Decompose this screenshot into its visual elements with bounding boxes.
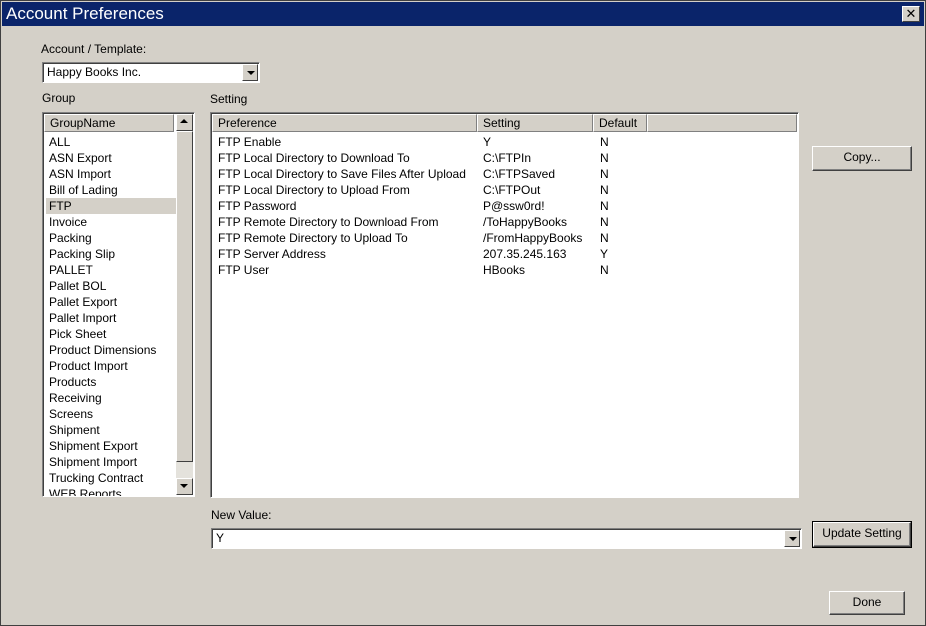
group-list-item[interactable]: Shipment Export [46, 438, 176, 454]
account-template-value: Happy Books Inc. [47, 65, 142, 79]
arrow-up-icon [180, 119, 188, 123]
default-cell: N [600, 151, 609, 165]
setting-cell: C:\FTPOut [483, 183, 541, 197]
group-list-item[interactable]: ASN Export [46, 150, 176, 166]
group-list-item[interactable]: Pick Sheet [46, 326, 176, 342]
group-list-item[interactable]: Pallet Export [46, 294, 176, 310]
group-list-item[interactable]: WEB Reports [46, 486, 176, 496]
group-list-item[interactable]: ASN Import [46, 166, 176, 182]
default-cell: Y [600, 247, 609, 261]
default-cell: N [600, 183, 609, 197]
preference-cell: FTP Local Directory to Save Files After … [218, 167, 466, 181]
arrow-down-icon [180, 484, 188, 488]
group-list-item[interactable]: Pallet Import [46, 310, 176, 326]
setting-cell: Y [483, 135, 492, 149]
update-setting-button[interactable]: Update Setting [812, 521, 912, 548]
group-label: Group [42, 91, 76, 105]
preference-cell: FTP Server Address [218, 247, 326, 261]
preference-column-header[interactable]: Preference [212, 114, 477, 132]
group-list-item[interactable]: Receiving [46, 390, 176, 406]
group-list-item[interactable]: Packing [46, 230, 176, 246]
group-list-item[interactable]: Trucking Contract [46, 470, 176, 486]
new-value-value: Y [216, 531, 225, 545]
scroll-thumb[interactable] [176, 131, 193, 462]
setting-cell: /ToHappyBooks [483, 215, 568, 229]
group-list-item[interactable]: FTP [46, 198, 176, 214]
setting-column-header[interactable]: Setting [477, 114, 593, 132]
group-list-item[interactable]: Product Import [46, 358, 176, 374]
default-cell: N [600, 199, 609, 213]
group-list-item[interactable]: Shipment [46, 422, 176, 438]
copy-button[interactable]: Copy... [812, 146, 912, 171]
default-cell: N [600, 231, 609, 245]
scroll-down-button[interactable] [176, 478, 193, 495]
setting-cell: P@ssw0rd! [483, 199, 545, 213]
filler-column-header [647, 114, 797, 132]
default-cell: N [600, 167, 609, 181]
setting-cell: C:\FTPSaved [483, 167, 556, 181]
default-cell: N [600, 263, 609, 277]
group-list-item[interactable]: ALL [46, 134, 176, 150]
setting-label: Setting [210, 92, 248, 106]
group-list: ALL ASN Export ASN Import Bill of Lading FTP… [46, 134, 176, 496]
default-column-header[interactable]: Default [593, 114, 647, 132]
settings-listview[interactable]: Preference Setting Default FTP Enable Y N F… [210, 112, 799, 498]
close-button[interactable]: ✕ [902, 6, 920, 22]
setting-cell: C:\FTPIn [483, 151, 532, 165]
group-list-item[interactable]: Bill of Lading [46, 182, 176, 198]
group-list-item[interactable]: Product Dimensions [46, 342, 176, 358]
group-list-item[interactable]: Invoice [46, 214, 176, 230]
chevron-down-icon [247, 71, 255, 75]
preference-cell: FTP Local Directory to Upload From [218, 183, 410, 197]
chevron-down-icon [789, 537, 797, 541]
setting-cell: HBooks [483, 263, 526, 277]
new-value-dropdown-button[interactable] [784, 530, 800, 547]
group-list-item[interactable]: Pallet BOL [46, 278, 176, 294]
default-cell: N [600, 135, 609, 149]
window-title: Account Preferences [6, 4, 164, 23]
preference-cell: FTP Remote Directory to Upload To [218, 231, 408, 245]
default-cell: N [600, 215, 609, 229]
preference-cell: FTP Local Directory to Download To [218, 151, 410, 165]
new-value-label: New Value: [211, 508, 272, 522]
setting-cell: /FromHappyBooks [483, 231, 583, 245]
preference-cell: FTP Remote Directory to Download From [218, 215, 439, 229]
group-listbox[interactable]: GroupName ALL ASN Export ASN Import Bill of… [42, 112, 195, 497]
preference-cell: FTP Enable [218, 135, 282, 149]
account-template-label: Account / Template: [41, 42, 147, 56]
account-template-dropdown[interactable]: Happy Books Inc. [42, 62, 260, 83]
group-list-item[interactable]: Screens [46, 406, 176, 422]
account-dropdown-button[interactable] [242, 64, 258, 81]
group-scrollbar[interactable] [176, 114, 193, 495]
group-list-item[interactable]: PALLET [46, 262, 176, 278]
account-preferences-window: Account Preferences ✕ Account / Template… [0, 0, 926, 626]
group-list-item[interactable]: Shipment Import [46, 454, 176, 470]
scroll-up-button[interactable] [176, 114, 193, 131]
new-value-dropdown[interactable]: Y [211, 528, 802, 549]
title-bar[interactable]: Account Preferences ✕ [2, 2, 924, 26]
setting-cell: 207.35.245.163 [483, 247, 567, 261]
preference-cell: FTP Password [218, 199, 297, 213]
group-list-item[interactable]: Products [46, 374, 176, 390]
done-button[interactable]: Done [829, 591, 905, 615]
preference-cell: FTP User [218, 263, 270, 277]
groupname-column-header[interactable]: GroupName [44, 114, 174, 132]
group-list-item[interactable]: Packing Slip [46, 246, 176, 262]
